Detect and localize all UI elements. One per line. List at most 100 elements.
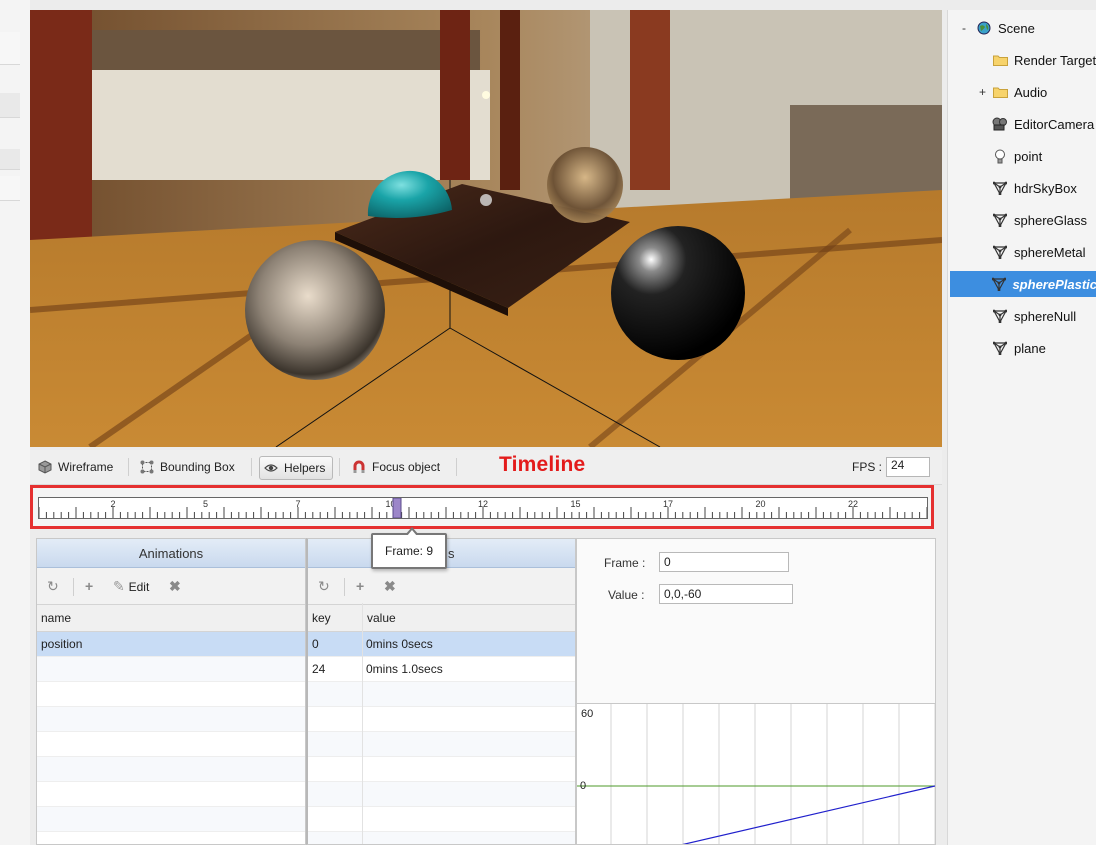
table-row bbox=[308, 707, 575, 732]
helpers-button[interactable]: Helpers bbox=[259, 456, 333, 480]
wireframe-label: Wireframe bbox=[58, 460, 114, 474]
ruler-tick-label: 7 bbox=[295, 499, 300, 509]
ruler-tick-label: 2 bbox=[110, 499, 115, 509]
toolbar-separator bbox=[251, 458, 252, 476]
tree-item-label: plane bbox=[1014, 340, 1046, 356]
key-cell: 24 bbox=[312, 662, 326, 676]
toolbar-separator bbox=[456, 458, 457, 476]
refresh-icon[interactable]: ↻ bbox=[318, 578, 330, 595]
table-row[interactable]: 24 0mins 1.0secs bbox=[308, 657, 575, 682]
tree-item-label: Scene bbox=[998, 20, 1035, 36]
mesh-icon bbox=[992, 276, 1007, 292]
table-row bbox=[37, 807, 305, 832]
mesh-icon bbox=[992, 340, 1008, 356]
eye-icon bbox=[264, 461, 278, 475]
table-row bbox=[308, 757, 575, 782]
tree-item-label: Render Targets bbox=[1014, 52, 1096, 68]
frame-tooltip: Frame: 9 bbox=[371, 527, 447, 569]
ruler-tick-label: 17 bbox=[663, 499, 673, 509]
left-strip-row bbox=[0, 176, 20, 201]
table-row bbox=[308, 807, 575, 832]
tree-item-editorcamera[interactable]: EditorCamera bbox=[948, 111, 1094, 137]
ruler-tick-label: 15 bbox=[570, 499, 580, 509]
graph-y-top-label: 60 bbox=[581, 708, 594, 720]
table-row bbox=[37, 832, 305, 844]
keys-toolbar: ↻ + ✖ bbox=[308, 568, 575, 605]
tree-item-label: sphereMetal bbox=[1014, 244, 1086, 260]
mesh-icon bbox=[992, 180, 1008, 196]
table-row bbox=[308, 682, 575, 707]
tree-item-sphereglass[interactable]: sphereGlass bbox=[948, 207, 1087, 233]
viewport-toolbar: Wireframe Bounding Box Helpers Focus obj… bbox=[30, 450, 942, 485]
add-icon[interactable]: + bbox=[356, 578, 364, 594]
tree-item-hdrskybox[interactable]: hdrSkyBox bbox=[948, 175, 1077, 201]
ruler-tick-label: 20 bbox=[755, 499, 765, 509]
scene-expander[interactable]: - bbox=[962, 21, 966, 35]
tree-item-spherenull[interactable]: sphereNull bbox=[948, 303, 1076, 329]
edit-label: Edit bbox=[128, 580, 150, 594]
tree-item-label: EditorCamera bbox=[1014, 116, 1095, 132]
table-row bbox=[308, 832, 575, 844]
mesh-icon bbox=[992, 244, 1008, 260]
ruler-tick-label: 5 bbox=[203, 499, 208, 509]
focus-object-button[interactable]: Focus object bbox=[348, 456, 444, 478]
delete-icon[interactable]: ✖ bbox=[169, 578, 181, 595]
cube-icon bbox=[38, 460, 52, 474]
table-row bbox=[37, 707, 305, 732]
value-cell: 0mins 0secs bbox=[366, 637, 433, 651]
delete-icon[interactable]: ✖ bbox=[384, 578, 396, 595]
wireframe-button[interactable]: Wireframe bbox=[34, 456, 117, 478]
add-icon[interactable]: + bbox=[85, 578, 93, 594]
key-column-header[interactable]: key bbox=[312, 605, 331, 631]
table-row[interactable]: 0 0mins 0secs bbox=[308, 632, 575, 657]
pencil-icon: ✎ bbox=[113, 578, 125, 594]
refresh-icon[interactable]: ↻ bbox=[47, 578, 59, 595]
frame-input[interactable]: 0 bbox=[659, 552, 789, 572]
toolbar-separator bbox=[344, 578, 345, 596]
table-row bbox=[37, 782, 305, 807]
camera-icon bbox=[992, 116, 1008, 132]
left-strip-row bbox=[0, 93, 20, 118]
tree-item-sphereplastic[interactable]: spherePlastic bbox=[950, 271, 1096, 297]
tree-item-label: sphereGlass bbox=[1014, 212, 1087, 228]
frame-label: Frame : bbox=[604, 556, 646, 570]
tree-item-label: point bbox=[1014, 148, 1043, 164]
table-row[interactable]: position bbox=[37, 632, 305, 657]
tree-item-plane[interactable]: plane bbox=[948, 335, 1046, 361]
toolbar-separator bbox=[339, 458, 340, 476]
toolbar-separator bbox=[73, 578, 74, 596]
animations-panel-title: Animations bbox=[37, 539, 305, 568]
bounding-box-icon bbox=[140, 460, 154, 474]
edit-button[interactable]: ✎ Edit bbox=[113, 578, 149, 595]
graph-y-zero-label: 0 bbox=[580, 780, 587, 792]
curve-graph[interactable]: 60 0 bbox=[577, 703, 935, 844]
focus-object-label: Focus object bbox=[372, 460, 441, 474]
current-frame-marker bbox=[392, 498, 402, 518]
tree-item-audio[interactable]: Audio bbox=[948, 79, 1047, 105]
tree-item-point[interactable]: point bbox=[948, 143, 1042, 169]
folder-icon bbox=[992, 52, 1008, 68]
bounding-box-button[interactable]: Bounding Box bbox=[136, 456, 239, 478]
3d-viewport[interactable] bbox=[30, 10, 942, 447]
magnet-icon bbox=[352, 460, 366, 474]
value-input[interactable]: 0,0,-60 bbox=[659, 584, 793, 604]
key-cell: 0 bbox=[312, 637, 319, 651]
value-column-header[interactable]: value bbox=[362, 605, 396, 631]
table-row bbox=[37, 682, 305, 707]
tree-item-label: Audio bbox=[1014, 84, 1048, 100]
tree-item-scene[interactable]: Scene bbox=[976, 15, 1035, 41]
name-column-header[interactable]: name bbox=[37, 605, 305, 632]
tree-item-spheremetal[interactable]: sphereMetal bbox=[948, 239, 1086, 265]
animation-name-cell: position bbox=[41, 637, 83, 651]
timeline-ruler[interactable]: 2 5 7 10 12 15 17 20 22 bbox=[38, 497, 928, 519]
left-strip-row bbox=[0, 149, 20, 170]
scene-tree-panel: - Scene + Render Targets Audio EditorCamer… bbox=[947, 10, 1096, 845]
toolbar-separator bbox=[128, 458, 129, 476]
keys-panel: s ↻ + ✖ key value 0 0mins 0secs 24 0mins… bbox=[306, 538, 576, 845]
animations-toolbar: ↻ + ✎ Edit ✖ bbox=[37, 568, 305, 605]
mesh-icon bbox=[992, 212, 1008, 228]
frame-tooltip-text: Frame: 9 bbox=[384, 544, 433, 558]
value-cell: 0mins 1.0secs bbox=[366, 662, 443, 676]
fps-input[interactable]: 24 bbox=[886, 457, 930, 477]
tree-item-render targets[interactable]: Render Targets bbox=[948, 47, 1096, 73]
